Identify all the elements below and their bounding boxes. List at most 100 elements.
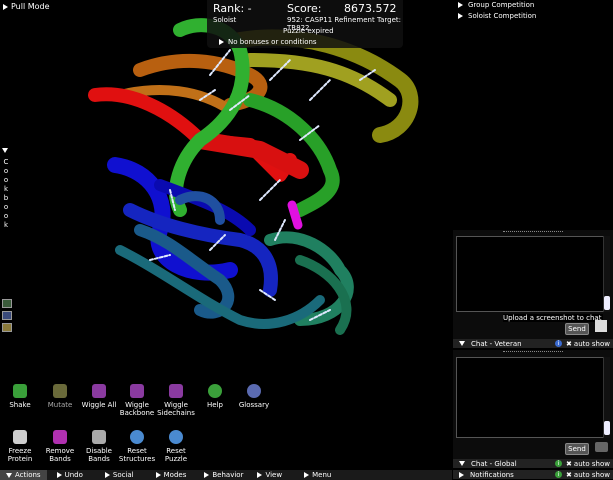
mutate-button[interactable]: Mutate: [40, 384, 80, 409]
tool-label: Help: [207, 401, 223, 409]
help-button[interactable]: Help: [195, 384, 235, 409]
chat-global-log[interactable]: [456, 357, 604, 438]
resize-handle[interactable]: [503, 231, 563, 235]
cookbook-tab[interactable]: C o o k b o o k: [0, 148, 10, 318]
disable-bands-button[interactable]: Disable Bands: [79, 430, 119, 463]
chat-veteran-log[interactable]: [456, 236, 604, 312]
shake-icon: [13, 384, 27, 398]
score-value: 8673.572: [344, 2, 397, 15]
expand-arrow-icon: [257, 472, 263, 478]
wiggle-backbone-button[interactable]: Wiggle Backbone: [117, 384, 157, 417]
tool-label: Wiggle Sidechains: [157, 401, 195, 417]
menu-modes[interactable]: Modes: [155, 471, 187, 479]
expand-arrow-icon: [219, 39, 224, 45]
tool-label: Wiggle Backbone: [119, 401, 155, 417]
menu-label: Undo: [64, 471, 83, 479]
tool-label: Wiggle All: [81, 401, 117, 409]
close-icon[interactable]: ✖: [566, 340, 572, 348]
chat-veteran-bar[interactable]: Chat - Veteran i ✖ auto show: [453, 339, 613, 348]
resize-handle[interactable]: [503, 351, 563, 355]
auto-show-label[interactable]: auto show: [574, 471, 610, 479]
camera-icon[interactable]: [595, 320, 607, 332]
scroll-thumb[interactable]: [604, 296, 610, 310]
cookbook-letter: o: [3, 167, 9, 175]
wiggle-all-icon: [92, 384, 106, 398]
remove-bands-icon: [53, 430, 67, 444]
bottom-menu-bar: Actions Undo Social Modes Behavior View …: [0, 470, 452, 480]
menu-view[interactable]: View: [257, 471, 282, 479]
expand-arrow-icon: [459, 471, 464, 478]
rank-label: Rank: -: [213, 2, 252, 15]
notifications-title: Notifications: [470, 470, 514, 479]
mutate-icon: [53, 384, 67, 398]
chat-veteran-title: Chat - Veteran: [471, 339, 522, 348]
camera-icon[interactable]: [595, 442, 608, 452]
chat-global-scrollbar[interactable]: [603, 357, 610, 438]
group-competition-toggle[interactable]: Group Competition: [458, 1, 534, 9]
tool-label: Reset Structures: [118, 447, 156, 463]
tool-label: Glossary: [238, 401, 270, 409]
actions-panel: Shake Mutate Wiggle All Wiggle Backbone …: [0, 376, 276, 470]
close-icon[interactable]: ✖: [566, 471, 572, 479]
chat-global-send-button[interactable]: Send: [565, 443, 589, 455]
freeze-protein-button[interactable]: Freeze Protein: [0, 430, 40, 463]
notifications-bar[interactable]: Notifications i ✖ auto show: [453, 470, 613, 479]
score-label: Score:: [287, 2, 322, 15]
remove-bands-button[interactable]: Remove Bands: [40, 430, 80, 463]
cookbook-letter: b: [3, 194, 9, 202]
menu-actions[interactable]: Actions: [0, 470, 47, 480]
expand-arrow-icon: [155, 472, 161, 478]
menu-menu[interactable]: Menu: [304, 471, 331, 479]
wiggle-sidechains-icon: [169, 384, 183, 398]
menu-social[interactable]: Social: [104, 471, 134, 479]
tool-label: Remove Bands: [45, 447, 75, 463]
chat-veteran-panel: Upload a screenshot to chat Send: [453, 230, 613, 340]
soloist-competition-toggle[interactable]: Soloist Competition: [458, 12, 536, 20]
cookbook-letter: o: [3, 203, 9, 211]
disable-bands-icon: [92, 430, 106, 444]
menu-label: Menu: [312, 471, 332, 479]
puzzle-status: Puzzle expired: [283, 27, 334, 35]
chat-veteran-send-button[interactable]: Send: [565, 323, 589, 335]
reset-structures-button[interactable]: Reset Structures: [117, 430, 157, 463]
scroll-thumb[interactable]: [604, 421, 610, 435]
tool-label: Shake: [9, 401, 31, 409]
menu-behavior[interactable]: Behavior: [204, 471, 243, 479]
glossary-button[interactable]: Glossary: [234, 384, 274, 409]
expand-arrow-icon: [458, 2, 463, 8]
close-icon[interactable]: ✖: [566, 460, 572, 468]
reset-puzzle-button[interactable]: Reset Puzzle: [156, 430, 196, 463]
expand-arrow-icon: [204, 472, 210, 478]
menu-undo[interactable]: Undo: [56, 471, 83, 479]
menu-label: Social: [112, 471, 134, 479]
chat-global-bar[interactable]: Chat - Global i ✖ auto show: [453, 459, 613, 468]
recipe-icon[interactable]: [2, 299, 12, 308]
tool-label: Disable Bands: [86, 447, 112, 463]
cookbook-letter: k: [3, 185, 9, 193]
collapse-arrow-icon: [459, 341, 465, 346]
script-icon[interactable]: [2, 311, 12, 320]
auto-show-label[interactable]: auto show: [574, 340, 610, 348]
chat-global-title: Chat - Global: [471, 459, 517, 468]
menu-label: Modes: [163, 471, 187, 479]
shake-button[interactable]: Shake: [0, 384, 40, 409]
help-icon: [208, 384, 222, 398]
pull-mode-toggle[interactable]: Pull Mode: [3, 2, 50, 11]
cookbook-letter: o: [3, 212, 9, 220]
notes-icon[interactable]: [2, 323, 12, 332]
tool-label: Freeze Protein: [7, 447, 33, 463]
info-icon[interactable]: i: [555, 340, 563, 347]
wiggle-sidechains-button[interactable]: Wiggle Sidechains: [156, 384, 196, 417]
auto-show-label[interactable]: auto show: [574, 460, 610, 468]
expand-arrow-icon: [104, 472, 110, 478]
group-competition-label: Group Competition: [468, 1, 535, 9]
cookbook-label: C o o k b o o k: [2, 158, 10, 230]
collapse-arrow-icon: [459, 461, 465, 466]
tool-label: Reset Puzzle: [164, 447, 188, 463]
chat-veteran-scrollbar[interactable]: [603, 236, 610, 312]
info-icon[interactable]: i: [555, 471, 563, 478]
reset-icon: [130, 430, 144, 444]
info-icon[interactable]: i: [555, 460, 563, 467]
bonuses-toggle[interactable]: No bonuses or conditions: [219, 38, 317, 46]
wiggle-all-button[interactable]: Wiggle All: [79, 384, 119, 409]
